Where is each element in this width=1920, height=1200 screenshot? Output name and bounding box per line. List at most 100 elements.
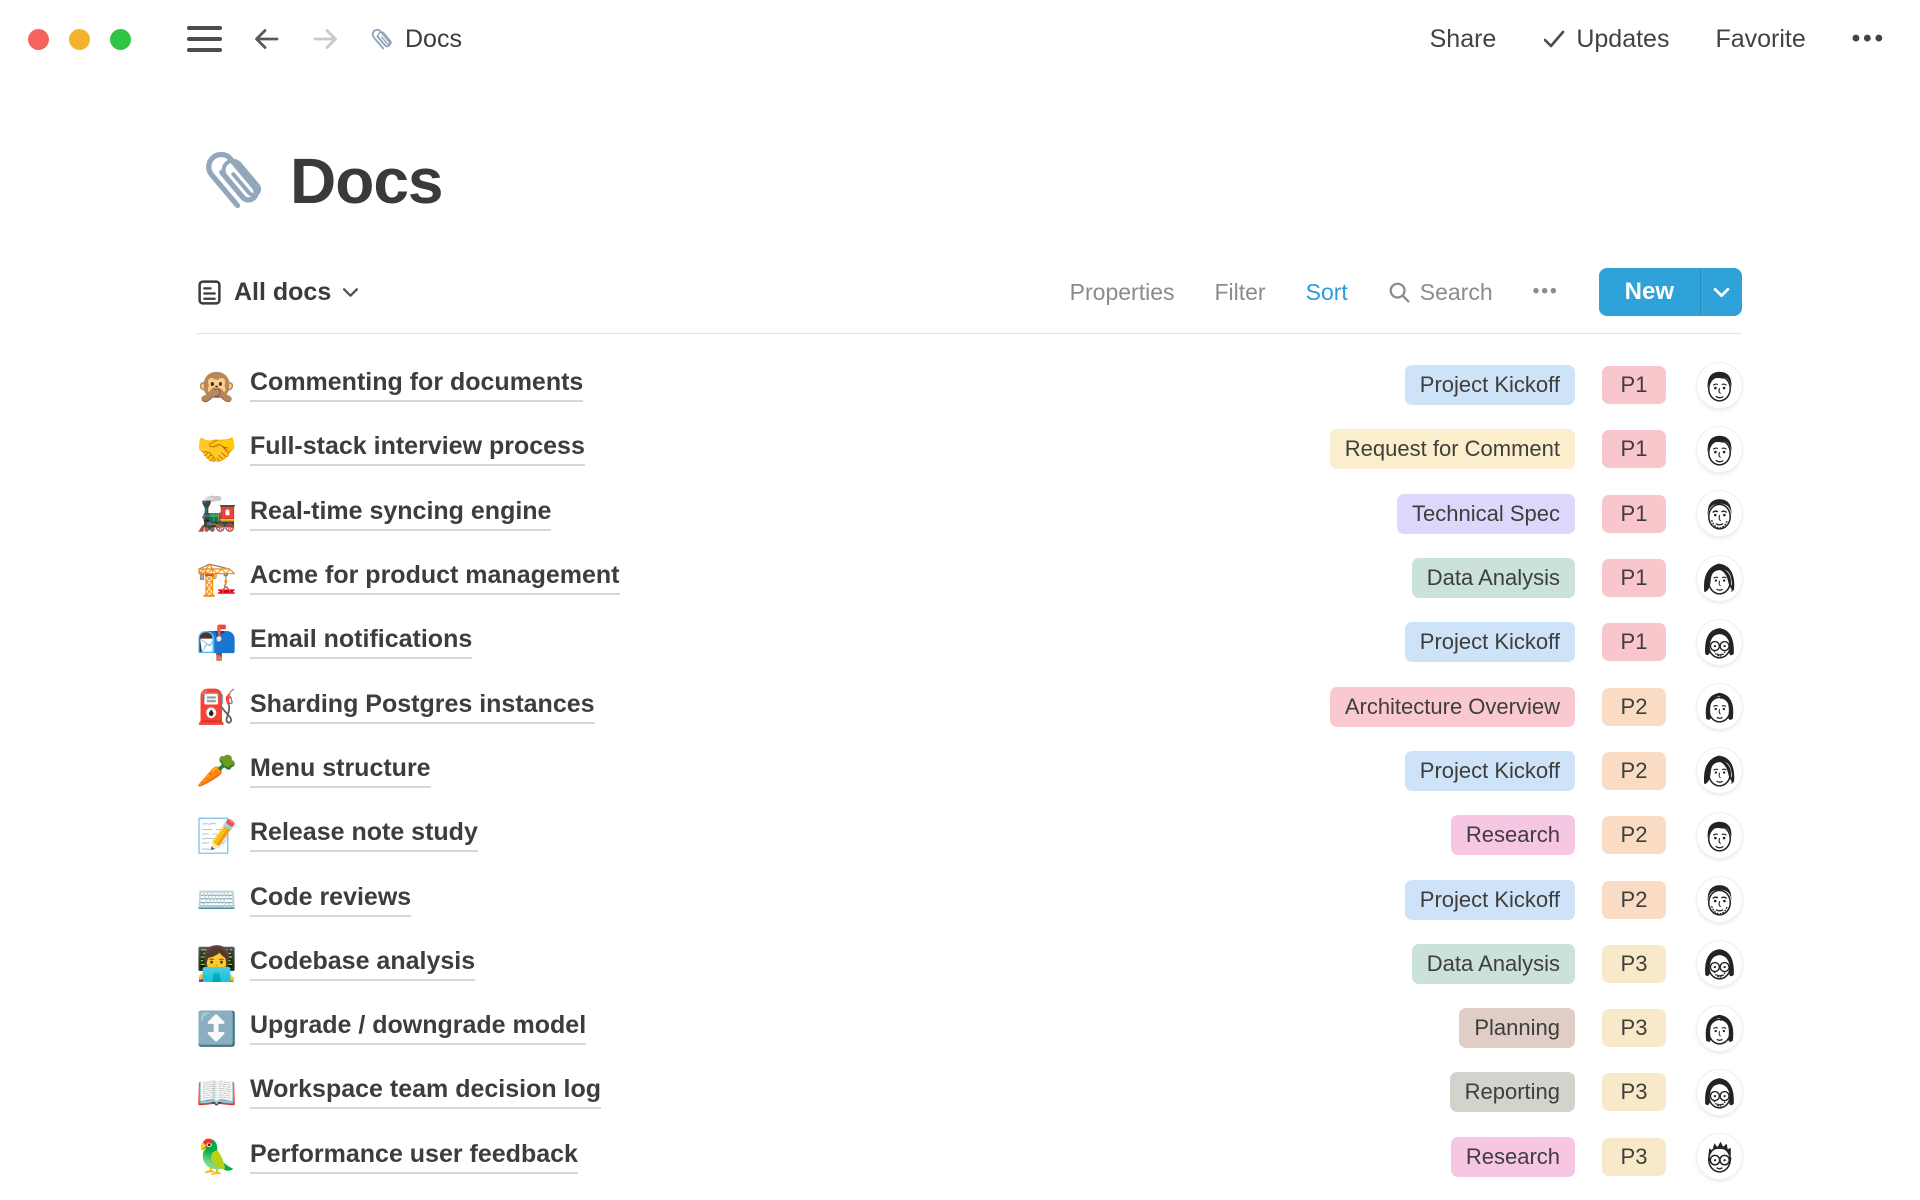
page-title: Docs (290, 144, 443, 218)
avatar-face (1708, 436, 1732, 465)
avatar[interactable] (1697, 491, 1742, 536)
new-button[interactable]: New (1599, 268, 1742, 316)
doc-tag-badge[interactable]: Data Analysis (1412, 558, 1575, 598)
doc-tag-badge[interactable]: Architecture Overview (1330, 687, 1575, 727)
table-toolbar: All docs Properties Filter Sort Search •… (196, 268, 1742, 334)
doc-emoji-icon: 👩‍💻 (196, 947, 250, 980)
avatar[interactable] (1697, 620, 1742, 665)
doc-emoji-icon: 📖 (196, 1076, 250, 1109)
forward-icon[interactable] (310, 23, 342, 55)
doc-tag-badge[interactable]: Research (1451, 815, 1575, 855)
share-button[interactable]: Share (1430, 25, 1497, 54)
doc-title-link[interactable]: Menu structure (250, 754, 431, 788)
avatar[interactable] (1697, 1070, 1742, 1115)
favorite-button[interactable]: Favorite (1715, 25, 1805, 54)
doc-title-link[interactable]: Codebase analysis (250, 947, 475, 981)
search-icon (1388, 281, 1411, 304)
avatar[interactable] (1697, 684, 1742, 729)
new-button-dropdown[interactable] (1700, 268, 1742, 316)
page-paperclip-icon[interactable] (196, 144, 270, 218)
doc-emoji-icon: 🥕 (196, 754, 250, 787)
avatar-face (1708, 821, 1732, 850)
search-button[interactable]: Search (1388, 279, 1493, 306)
doc-title-link[interactable]: Code reviews (250, 883, 411, 917)
doc-list-icon (196, 279, 223, 306)
doc-emoji-icon: 🦜 (196, 1140, 250, 1173)
doc-emoji-icon: 🙊 (196, 369, 250, 402)
doc-title-link[interactable]: Acme for product management (250, 561, 620, 595)
doc-tag-badge[interactable]: Project Kickoff (1405, 622, 1575, 662)
doc-priority-badge[interactable]: P1 (1602, 366, 1666, 404)
doc-priority-badge[interactable]: P3 (1602, 1009, 1666, 1047)
avatar-face (1704, 563, 1734, 593)
doc-title-link[interactable]: Release note study (250, 818, 478, 852)
doc-priority-badge[interactable]: P1 (1602, 495, 1666, 533)
doc-title-link[interactable]: Performance user feedback (250, 1140, 578, 1174)
avatar[interactable] (1697, 556, 1742, 601)
table-row: 📖 Workspace team decision log Reporting … (196, 1060, 1742, 1124)
sort-button[interactable]: Sort (1306, 279, 1348, 306)
doc-title-link[interactable]: Workspace team decision log (250, 1075, 601, 1109)
doc-priority-badge[interactable]: P1 (1602, 559, 1666, 597)
view-selector[interactable]: All docs (196, 278, 359, 307)
avatar[interactable] (1697, 1006, 1742, 1051)
doc-title-link[interactable]: Full-stack interview process (250, 432, 585, 466)
doc-priority-badge[interactable]: P2 (1602, 752, 1666, 790)
doc-tag-badge[interactable]: Reporting (1450, 1072, 1575, 1112)
doc-tag-badge[interactable]: Project Kickoff (1405, 751, 1575, 791)
back-icon[interactable] (250, 23, 282, 55)
avatar[interactable] (1697, 1134, 1742, 1179)
breadcrumb[interactable]: Docs (368, 25, 462, 54)
doc-tag-badge[interactable]: Project Kickoff (1405, 365, 1575, 405)
avatar-face (1708, 885, 1732, 915)
doc-priority-badge[interactable]: P1 (1602, 430, 1666, 468)
doc-title-link[interactable]: Commenting for documents (250, 368, 583, 402)
close-window-button[interactable] (28, 29, 49, 50)
doc-tag-badge[interactable]: Data Analysis (1412, 944, 1575, 984)
doc-priority-badge[interactable]: P3 (1602, 945, 1666, 983)
avatar[interactable] (1697, 363, 1742, 408)
properties-button[interactable]: Properties (1070, 279, 1175, 306)
doc-priority-badge[interactable]: P2 (1602, 688, 1666, 726)
window-more-icon[interactable]: ••• (1852, 25, 1886, 53)
doc-tag-badge[interactable]: Request for Comment (1330, 429, 1575, 469)
doc-emoji-icon: 🏗️ (196, 562, 250, 595)
doc-priority-badge[interactable]: P1 (1602, 623, 1666, 661)
doc-priority-badge[interactable]: P3 (1602, 1073, 1666, 1111)
doc-tag-badge[interactable]: Project Kickoff (1405, 880, 1575, 920)
doc-emoji-icon: 📝 (196, 819, 250, 852)
doc-title-link[interactable]: Real-time syncing engine (250, 497, 551, 531)
doc-title-link[interactable]: Upgrade / downgrade model (250, 1011, 586, 1045)
filter-button[interactable]: Filter (1214, 279, 1265, 306)
table-row: 🚂 Real-time syncing engine Technical Spe… (196, 482, 1742, 546)
avatar[interactable] (1697, 813, 1742, 858)
doc-tag-badge[interactable]: Technical Spec (1397, 494, 1575, 534)
updates-button[interactable]: Updates (1542, 25, 1669, 54)
new-button-label[interactable]: New (1599, 268, 1700, 316)
table-row: 🦜 Performance user feedback Research P3 (196, 1125, 1742, 1189)
table-row: ⌨️ Code reviews Project Kickoff P2 (196, 867, 1742, 931)
avatar[interactable] (1697, 748, 1742, 793)
avatar[interactable] (1697, 941, 1742, 986)
sidebar-menu-icon[interactable] (187, 26, 222, 52)
doc-priority-badge[interactable]: P2 (1602, 816, 1666, 854)
check-icon (1542, 27, 1566, 51)
doc-tag-badge[interactable]: Planning (1459, 1008, 1575, 1048)
zoom-window-button[interactable] (110, 29, 131, 50)
titlebar: Docs Share Updates Favorite ••• (0, 0, 1920, 78)
avatar-face (1708, 371, 1732, 400)
page-content: Docs All docs Properties Filter Sort Sea… (0, 144, 1920, 1189)
doc-title-link[interactable]: Email notifications (250, 625, 472, 659)
avatar[interactable] (1697, 427, 1742, 472)
doc-priority-badge[interactable]: P2 (1602, 881, 1666, 919)
minimize-window-button[interactable] (69, 29, 90, 50)
avatar-face (1708, 499, 1732, 529)
table-row: 📬 Email notifications Project Kickoff P1 (196, 610, 1742, 674)
doc-tag-badge[interactable]: Research (1451, 1137, 1575, 1177)
doc-title-link[interactable]: Sharding Postgres instances (250, 690, 595, 724)
window-controls (28, 29, 151, 50)
table-row: ↕️ Upgrade / downgrade model Planning P3 (196, 996, 1742, 1060)
doc-priority-badge[interactable]: P3 (1602, 1138, 1666, 1176)
toolbar-more-icon[interactable]: ••• (1533, 281, 1559, 303)
avatar[interactable] (1697, 877, 1742, 922)
